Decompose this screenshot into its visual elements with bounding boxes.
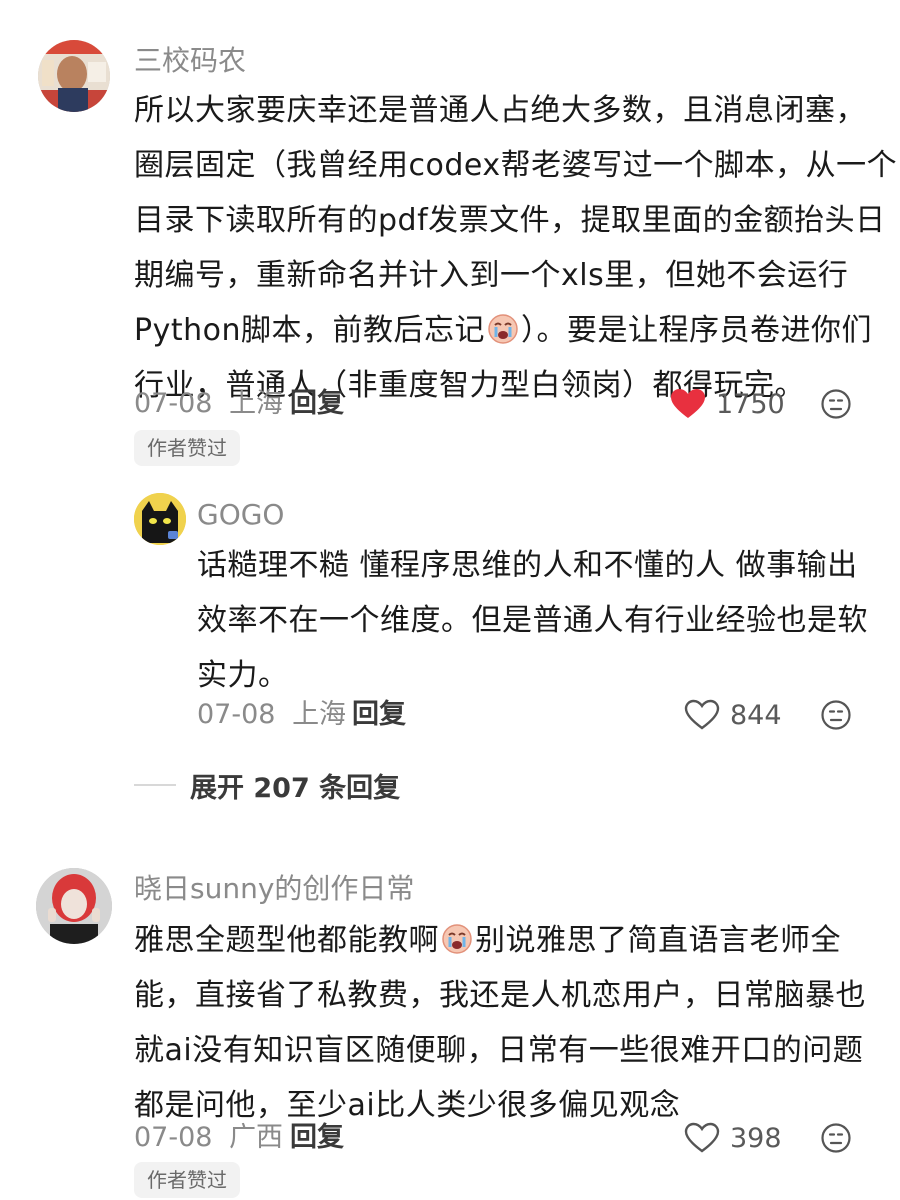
dislike-face-icon[interactable] xyxy=(820,1122,852,1154)
comment-line: 目录下读取所有的pdf发票文件，提取里面的金额抬头日 xyxy=(134,203,886,238)
heart-filled-icon xyxy=(671,389,705,418)
comment-line: 所以大家要庆幸还是普通人占绝大多数，且消息闭塞， xyxy=(134,93,866,128)
avatar[interactable] xyxy=(36,868,112,944)
expand-replies-label: 展开 207 条回复 xyxy=(190,772,401,804)
author-liked-badge: 作者赞过 xyxy=(134,430,240,466)
avatar-image-icon xyxy=(38,40,110,112)
comment-segment: ）。要是让程序员卷进你们 xyxy=(521,313,872,348)
comment-date: 07-08 xyxy=(134,388,213,419)
dislike-face-icon[interactable] xyxy=(820,388,852,420)
author-liked-badge: 作者赞过 xyxy=(134,1162,240,1198)
like-count: 1750 xyxy=(716,388,785,420)
avatar[interactable] xyxy=(134,493,186,545)
comment-date: 07-08 xyxy=(197,699,276,730)
reply-button[interactable]: 回复 xyxy=(352,695,406,735)
comment-meta: 07-08 上海 xyxy=(134,384,283,424)
comment-text: 所以大家要庆幸还是普通人占绝大多数，且消息闭塞， 圈层固定（我曾经用codex帮… xyxy=(134,83,897,413)
like-button[interactable]: 1750 xyxy=(670,384,785,424)
comment-location: 上海 xyxy=(229,388,284,419)
comment-location: 上海 xyxy=(292,699,347,730)
username[interactable]: 三校码农 xyxy=(134,43,246,79)
black-cat-avatar-icon xyxy=(134,493,186,545)
comment-line: 就ai没有知识盲区随便聊，日常有一些很难开口的问题 xyxy=(134,1033,864,1068)
comment-text: 雅思全题型他都能教啊 别说雅思了简直语言老师全 能，直接省了私教费，我还是人机恋用… xyxy=(134,913,866,1133)
like-count: 398 xyxy=(730,1122,782,1154)
comment-text: 话糙理不糙 懂程序思维的人和不懂的人 做事输出 效率不在一个维度。但是普通人有行… xyxy=(197,538,868,703)
dislike-face-icon[interactable] xyxy=(820,699,852,731)
like-count: 844 xyxy=(730,699,782,731)
comment-meta: 07-08 广西 xyxy=(134,1118,283,1158)
red-hair-avatar-icon xyxy=(36,868,112,944)
crying-emoji-icon xyxy=(442,924,472,954)
comment-line: 圈层固定（我曾经用codex帮老婆写过一个脚本，从一个 xyxy=(134,148,898,183)
comment-meta: 07-08 上海 xyxy=(197,695,346,735)
comment-line: 雅思全题型他都能教啊 别说雅思了简直语言老师全 xyxy=(134,913,866,968)
like-button[interactable]: 844 xyxy=(684,695,782,735)
heart-outline-icon xyxy=(684,1122,720,1153)
comment-location: 广西 xyxy=(229,1122,284,1153)
reply-button[interactable]: 回复 xyxy=(290,384,344,424)
comment-line: 效率不在一个维度。但是普通人有行业经验也是软 xyxy=(197,603,868,638)
comment-segment: 雅思全题型他都能教啊 xyxy=(134,923,439,958)
expand-replies-button[interactable]: 展开 207 条回复 xyxy=(134,765,400,805)
comment-segment: 别说雅思了简直语言老师全 xyxy=(475,923,841,958)
avatar[interactable] xyxy=(38,40,110,112)
reply-button[interactable]: 回复 xyxy=(290,1118,344,1158)
comment-line: 期编号，重新命名并计入到一个xls里，但她不会运行 xyxy=(134,258,849,293)
heart-outline-icon xyxy=(684,699,720,730)
comment-line: 能，直接省了私教费，我还是人机恋用户，日常脑暴也 xyxy=(134,978,866,1013)
username[interactable]: 晓日sunny的创作日常 xyxy=(134,871,414,907)
username[interactable]: GOGO xyxy=(197,497,284,533)
crying-emoji-icon xyxy=(488,314,518,344)
comment-line: 话糙理不糙 懂程序思维的人和不懂的人 做事输出 xyxy=(197,548,858,583)
like-button[interactable]: 398 xyxy=(684,1118,782,1158)
divider xyxy=(134,784,176,786)
comment-date: 07-08 xyxy=(134,1122,213,1153)
comment-segment: Python脚本，前教后忘记 xyxy=(134,313,485,348)
comment-line: Python脚本，前教后忘记 ）。要是让程序员卷进你们 xyxy=(134,303,897,358)
